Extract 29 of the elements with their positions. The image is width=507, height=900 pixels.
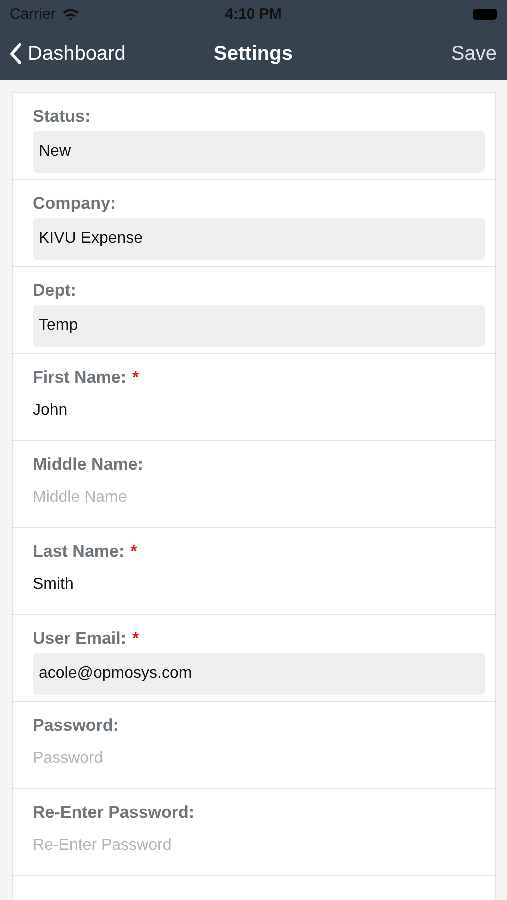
input-field[interactable]: John xyxy=(33,392,485,430)
field-label: User Email: xyxy=(33,629,127,649)
battery-icon xyxy=(473,8,497,20)
screen-title: Settings xyxy=(214,42,293,66)
field-label: Middle Name: xyxy=(33,455,144,475)
carrier-label: Carrier xyxy=(10,6,56,22)
required-mark: * xyxy=(132,629,140,649)
clock-time: 4:10 PM xyxy=(225,6,282,22)
input-field[interactable]: KIVU Expense xyxy=(33,218,485,260)
input-field[interactable]: Middle Name xyxy=(33,479,485,517)
save-button[interactable]: Save xyxy=(451,42,497,66)
required-mark: * xyxy=(132,368,140,388)
input-field[interactable]: acole@opmosys.com xyxy=(33,653,485,695)
input-field[interactable]: Re-Enter Password xyxy=(33,827,485,865)
input-field[interactable]: Temp xyxy=(33,305,485,347)
input-field[interactable]: Password xyxy=(33,740,485,778)
field-label: Re-Enter Password: xyxy=(33,803,195,823)
wifi-icon xyxy=(62,8,80,20)
field-label: Company: xyxy=(33,194,116,214)
field-label: Last Name: xyxy=(33,542,125,562)
required-mark: * xyxy=(130,542,138,562)
field-label: Status: xyxy=(33,107,91,127)
chevron-left-icon xyxy=(10,43,22,65)
field-label: Password: xyxy=(33,716,119,736)
field-label: First Name: xyxy=(33,368,127,388)
back-button[interactable]: Dashboard xyxy=(10,42,126,66)
input-field[interactable]: New xyxy=(33,131,485,173)
input-field[interactable]: Smith xyxy=(33,566,485,604)
field-label: Dept: xyxy=(33,281,76,301)
